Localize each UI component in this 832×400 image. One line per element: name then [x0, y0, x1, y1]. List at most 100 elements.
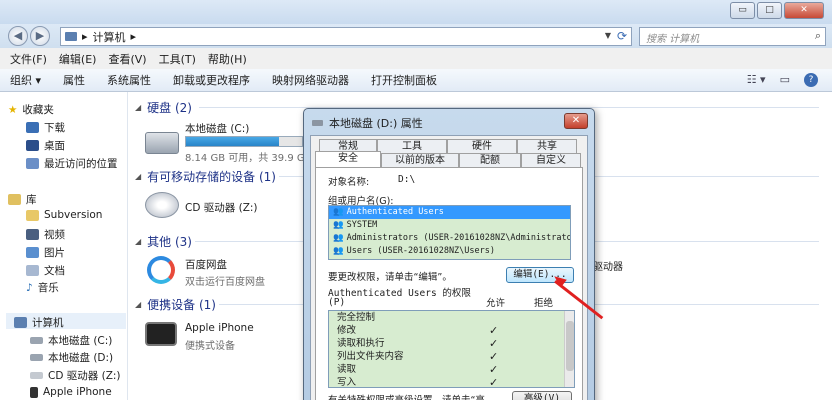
tab-previous-versions[interactable]: 以前的版本	[381, 153, 459, 167]
drive-c-icon[interactable]	[145, 132, 179, 154]
sidebar-label: 本地磁盘 (D:)	[48, 352, 114, 364]
tab-sharing[interactable]: 共享	[517, 139, 577, 153]
permissions-list[interactable]: 完全控制 修改 ✓ 读取和执行 ✓ 列出文件夹内容 ✓ 读取 ✓ 写入 ✓	[328, 310, 575, 388]
dialog-close-button[interactable]: ✕	[564, 113, 588, 129]
users-icon: 👥	[333, 207, 344, 217]
sidebar-item-downloads[interactable]: 下载	[26, 120, 65, 135]
download-folder-icon	[26, 122, 39, 133]
list-item[interactable]: 👥 Administrators (USER-20161028NZ\Admini…	[329, 232, 570, 245]
address-bar[interactable]: ▸ 计算机 ▸ ▼ ⟳	[60, 27, 632, 46]
help-icon[interactable]: ?	[804, 73, 818, 87]
sidebar-library[interactable]: 库	[8, 192, 37, 207]
sidebar-label: Apple iPhone	[43, 386, 112, 398]
group-title: 其他 (3)	[147, 235, 192, 249]
maximize-button[interactable]: □	[757, 2, 782, 19]
group-header-removable[interactable]: ◢ 有可移动存储的设备 (1)	[135, 168, 276, 185]
cd-drive-icon[interactable]	[145, 192, 179, 218]
permission-name: 修改	[337, 325, 357, 336]
cd-drive-name[interactable]: CD 驱动器 (Z:)	[185, 200, 258, 215]
usage-fill	[186, 137, 279, 146]
scrollbar-thumb[interactable]	[566, 321, 574, 371]
sidebar-item-cd[interactable]: CD 驱动器 (Z:)	[30, 368, 121, 383]
collapse-icon: ◢	[135, 172, 142, 181]
view-options-icon[interactable]: ☷ ▾	[747, 73, 766, 87]
navigation-bar: ◀ ▶ ▸ 计算机 ▸ ▼ ⟳ 搜索 计算机 ⌕	[0, 24, 832, 48]
navigation-pane: ★ 收藏夹 下载 桌面 最近访问的位置 库 Subversion 视频 图片 文…	[0, 92, 128, 400]
sidebar-item-drive-c[interactable]: 本地磁盘 (C:)	[30, 333, 112, 348]
sidebar-item-videos[interactable]: 视频	[26, 227, 65, 242]
group-header-other[interactable]: ◢ 其他 (3)	[135, 233, 192, 250]
desktop-icon	[26, 140, 39, 151]
user-list[interactable]: 👥 Authenticated Users 👥 SYSTEM 👥 Adminis…	[328, 205, 571, 260]
sidebar-item-pictures[interactable]: 图片	[26, 245, 65, 260]
iphone-name[interactable]: Apple iPhone	[185, 322, 254, 334]
list-item[interactable]: 👥 Authenticated Users	[329, 206, 570, 219]
sidebar-favorites[interactable]: ★ 收藏夹	[8, 102, 54, 117]
menu-view[interactable]: 查看(V)	[108, 51, 146, 67]
minimize-button[interactable]: ▭	[730, 2, 755, 19]
sidebar-item-recent[interactable]: 最近访问的位置	[26, 156, 118, 171]
command-bar: 组织 ▾ 属性 系统属性 卸载或更改程序 映射网络驱动器 打开控制面板 ☷ ▾ …	[0, 69, 832, 92]
permission-name: 列出文件夹内容	[337, 351, 404, 362]
computer-icon	[14, 317, 27, 328]
search-placeholder: 搜索 计算机	[646, 34, 700, 45]
sidebar-item-desktop[interactable]: 桌面	[26, 138, 65, 153]
sidebar-label: 本地磁盘 (C:)	[48, 335, 113, 347]
baidu-netdisk-name[interactable]: 百度网盘	[185, 257, 227, 272]
sidebar-item-documents[interactable]: 文档	[26, 263, 65, 278]
permissions-shortcut: (P)	[328, 297, 346, 308]
close-button[interactable]: ✕	[784, 2, 824, 19]
open-control-panel-button[interactable]: 打开控制面板	[371, 72, 437, 88]
table-row: 读取和执行 ✓	[329, 337, 574, 350]
map-network-drive-button[interactable]: 映射网络驱动器	[272, 72, 349, 88]
group-header-hard-disks[interactable]: ◢ 硬盘 (2)	[135, 99, 192, 116]
sidebar-label: 音乐	[37, 282, 59, 294]
iphone-icon[interactable]	[145, 322, 177, 346]
menu-edit[interactable]: 编辑(E)	[59, 51, 97, 67]
user-name: Users (USER-20161028NZ\Users)	[346, 246, 495, 256]
permission-name: 读取	[337, 364, 357, 375]
sidebar-item-drive-d[interactable]: 本地磁盘 (D:)	[30, 350, 113, 365]
hidden-item-label: 驱动器	[593, 262, 623, 273]
tab-customize[interactable]: 自定义	[521, 153, 581, 167]
allow-check-icon: ✓	[489, 324, 499, 337]
tab-hardware[interactable]: 硬件	[447, 139, 517, 153]
uninstall-program-button[interactable]: 卸载或更改程序	[173, 72, 250, 88]
tab-tools[interactable]: 工具	[377, 139, 447, 153]
chevron-down-icon[interactable]: ▼	[605, 31, 611, 40]
back-button[interactable]: ◀	[8, 26, 28, 46]
sidebar-computer[interactable]: 计算机	[14, 315, 64, 330]
search-icon[interactable]: ⌕	[815, 29, 821, 43]
system-properties-button[interactable]: 系统属性	[107, 72, 151, 88]
refresh-icon[interactable]: ⟳	[617, 29, 627, 43]
drive-c-name[interactable]: 本地磁盘 (C:)	[185, 121, 249, 136]
sidebar-item-iphone[interactable]: Apple iPhone	[30, 386, 112, 398]
sidebar-item-subversion[interactable]: Subversion	[26, 209, 102, 221]
list-item[interactable]: 👥 Users (USER-20161028NZ\Users)	[329, 245, 570, 258]
group-header-portable[interactable]: ◢ 便携设备 (1)	[135, 296, 216, 313]
iphone-desc: 便携式设备	[185, 341, 235, 352]
allow-check-icon: ✓	[489, 376, 499, 388]
search-input[interactable]: 搜索 计算机 ⌕	[639, 27, 826, 46]
organize-button[interactable]: 组织 ▾	[10, 72, 41, 88]
tab-quota[interactable]: 配额	[459, 153, 521, 167]
menu-tools[interactable]: 工具(T)	[159, 51, 196, 67]
properties-button[interactable]: 属性	[63, 72, 85, 88]
baidu-netdisk-icon[interactable]	[147, 256, 175, 284]
sidebar-label: 收藏夹	[22, 104, 54, 116]
scrollbar[interactable]	[564, 311, 574, 387]
drive-c-free-space: 8.14 GB 可用，共 39.9 GB	[185, 153, 312, 164]
permission-name: 读取和执行	[337, 338, 385, 349]
tab-security[interactable]: 安全	[315, 151, 381, 167]
menu-help[interactable]: 帮助(H)	[208, 51, 247, 67]
recent-places-icon	[26, 158, 39, 169]
sidebar-item-music[interactable]: ♪ 音乐	[26, 280, 59, 295]
menu-file[interactable]: 文件(F)	[10, 51, 47, 67]
preview-pane-icon[interactable]: ▭	[780, 73, 790, 87]
forward-button[interactable]: ▶	[30, 26, 50, 46]
properties-dialog: 本地磁盘 (D:) 属性 ✕ 常规 工具 硬件 共享 安全 以前的版本 配额 自…	[303, 108, 595, 400]
list-item[interactable]: 👥 SYSTEM	[329, 219, 570, 232]
drive-icon	[312, 120, 323, 126]
collapse-icon[interactable]: ◢	[135, 103, 141, 112]
advanced-button[interactable]: 高级(V)	[512, 391, 572, 400]
